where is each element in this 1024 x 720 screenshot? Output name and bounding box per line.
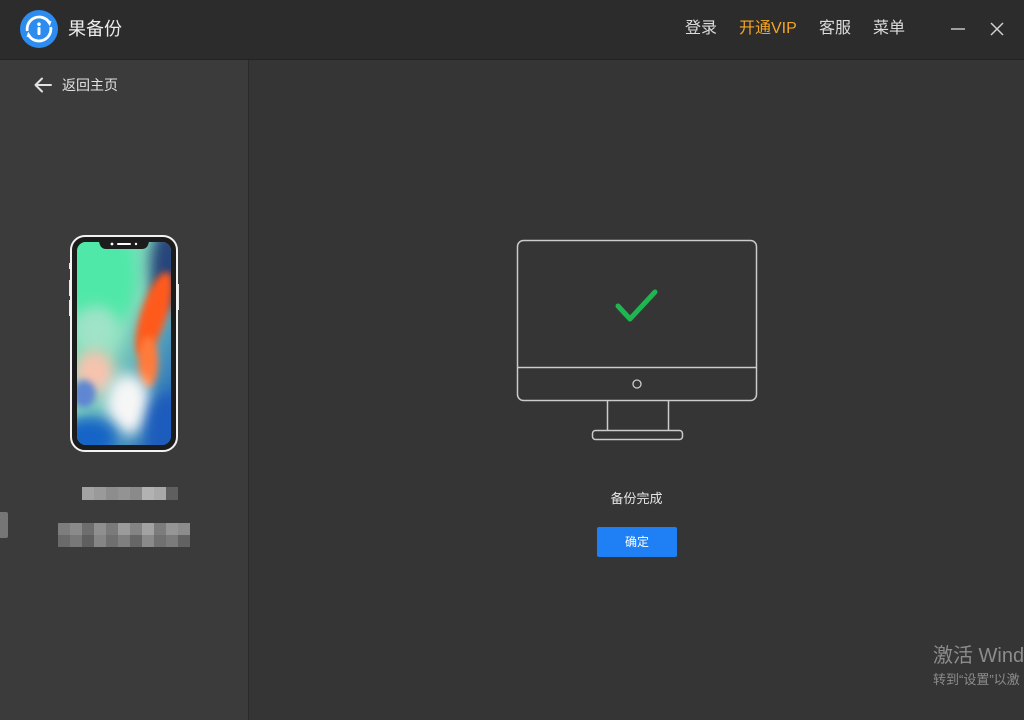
edge-fragment [0, 512, 8, 538]
login-link[interactable]: 登录 [685, 19, 717, 39]
close-button[interactable] [983, 15, 1011, 43]
app-logo-icon [20, 10, 58, 48]
backup-status-text: 备份完成 [610, 491, 663, 506]
monitor-illustration [516, 239, 758, 441]
back-home-button[interactable]: 返回主页 [28, 72, 128, 98]
title-bar: 果备份 登录 开通VIP 客服 菜单 [0, 0, 1024, 60]
monitor-power-button [632, 379, 642, 389]
minimize-button[interactable] [944, 15, 972, 43]
open-vip-link[interactable]: 开通VIP [739, 19, 797, 39]
close-icon [990, 22, 1004, 36]
main-panel: 备份完成 确定 激活 Wind 转到“设置”以激 [249, 60, 1024, 720]
watermark-subtitle: 转到“设置”以激 [933, 672, 1020, 687]
menu-link[interactable]: 菜单 [873, 19, 905, 39]
phone-illustration [69, 235, 179, 452]
monitor-neck [606, 400, 670, 431]
checkmark-icon [615, 289, 658, 322]
monitor-frame [516, 239, 758, 402]
minimize-icon [951, 28, 965, 30]
app-window: 果备份 登录 开通VIP 客服 菜单 返回主页 备份完成 确定 激活 Wind … [0, 0, 1024, 720]
watermark-title: 激活 Wind [933, 645, 1024, 667]
app-title: 果备份 [68, 19, 122, 39]
sidebar: 返回主页 [0, 60, 249, 720]
back-home-label: 返回主页 [62, 77, 118, 93]
phone-screen [77, 242, 171, 445]
customer-service-link[interactable]: 客服 [819, 19, 851, 39]
redacted-device-name [82, 487, 178, 500]
windows-activation-watermark: 激活 Wind 转到“设置”以激 [933, 644, 1024, 694]
arrow-left-icon [34, 77, 52, 93]
monitor-base [591, 429, 684, 441]
redacted-device-info [58, 523, 190, 547]
confirm-button[interactable]: 确定 [597, 527, 677, 557]
